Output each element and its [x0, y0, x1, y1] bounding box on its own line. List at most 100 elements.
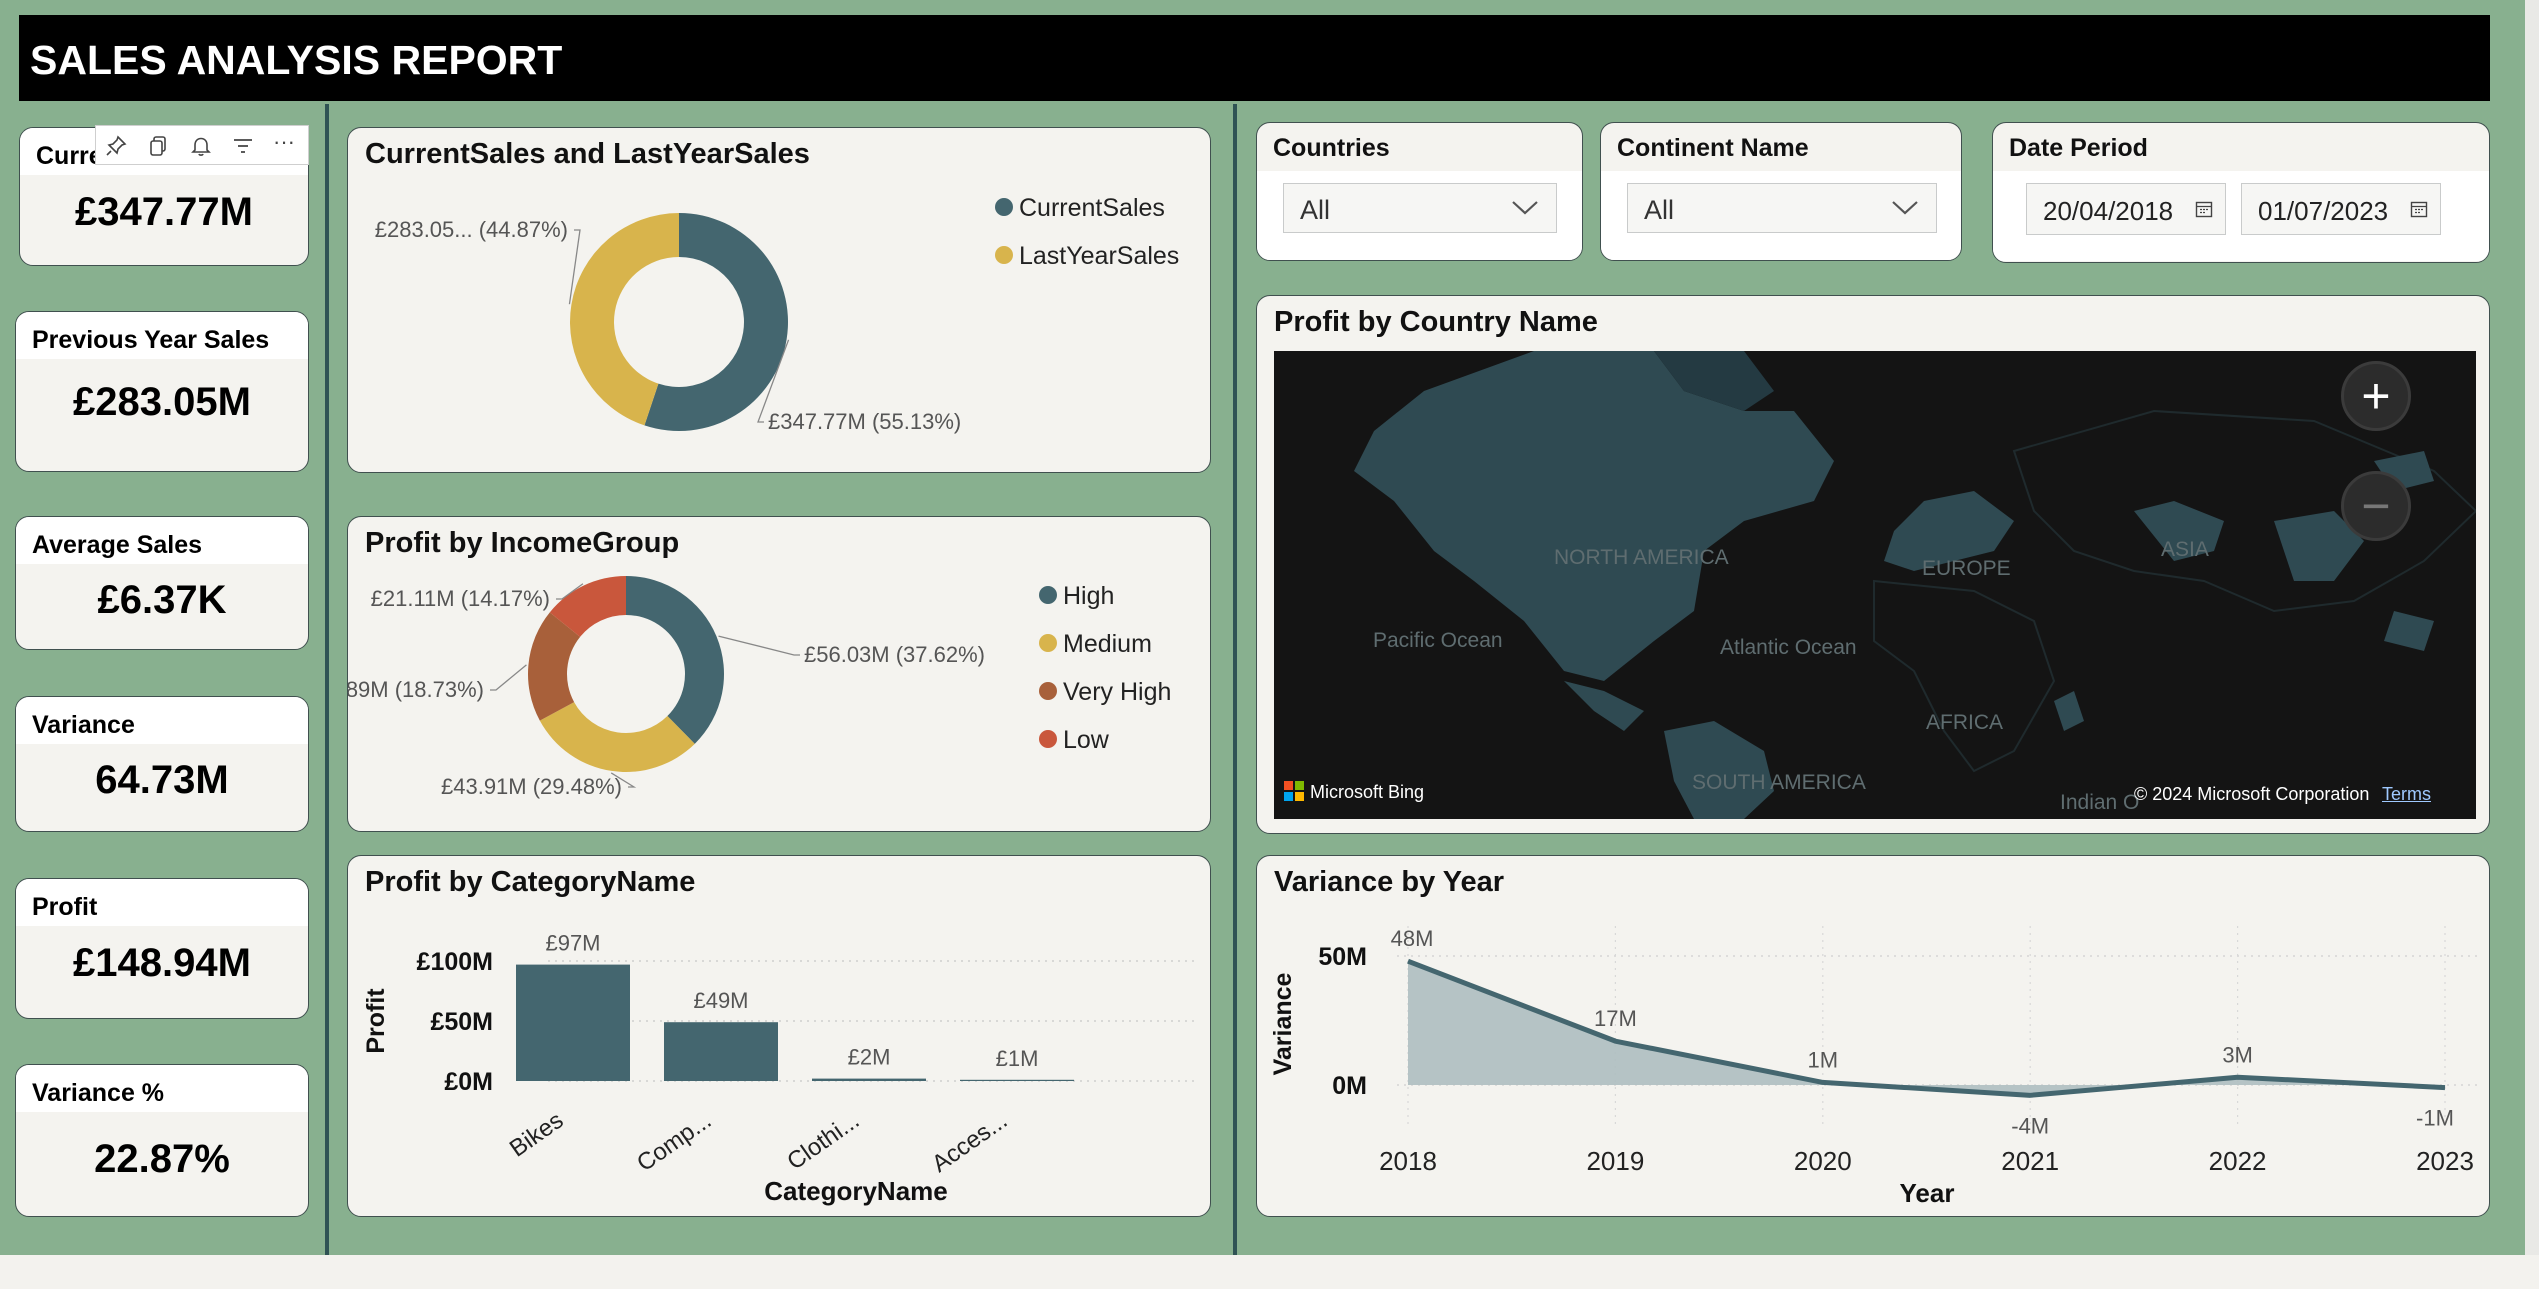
filter-icon[interactable]: [231, 134, 255, 158]
x-axis-title: Year: [1900, 1178, 1955, 1208]
legend-marker: [1039, 634, 1057, 652]
world-map-graphic: [1354, 351, 2476, 819]
kpi-card-variance[interactable]: Variance 64.73M: [15, 696, 309, 832]
donut-chart-profit-by-incomegroup[interactable]: £56.03M (37.62%) £43.91M (29.48%) £27.89M …: [348, 517, 1211, 832]
kpi-value: £148.94M: [73, 941, 251, 985]
pin-icon[interactable]: [104, 134, 128, 158]
data-label: £43.91M (29.48%): [441, 774, 622, 799]
copy-icon[interactable]: [146, 134, 170, 158]
bar-chart-profit-by-category[interactable]: £0M £50M £100M £97M Bikes £49M Comp... £2M Cloth…: [348, 856, 1211, 1217]
calendar-icon[interactable]: [2410, 200, 2428, 218]
slicer-continent-name[interactable]: Continent Name All: [1600, 122, 1962, 261]
kpi-card-profit[interactable]: Profit £148.94M: [15, 878, 309, 1019]
chart-card-variance-by-year[interactable]: Variance by Year 0M 50M 48M 2018 17M 2019 1M 20…: [1256, 855, 2490, 1217]
legend-marker: [1039, 682, 1057, 700]
kpi-label: Average Sales: [32, 531, 203, 559]
countries-dropdown[interactable]: All: [1283, 183, 1557, 233]
minus-icon: −: [2361, 478, 2391, 534]
slicer-title: Continent Name: [1617, 134, 1809, 162]
bar: [960, 1079, 1074, 1081]
kpi-card-previous-year-sales[interactable]: Previous Year Sales £283.05M: [15, 311, 309, 472]
slicer-date-period[interactable]: Date Period 20/04/2018 01/07/2023: [1992, 122, 2490, 263]
data-label: £347.77M (55.13%): [768, 409, 961, 434]
start-date-input[interactable]: 20/04/2018: [2026, 183, 2226, 235]
area-fill: [1408, 961, 2445, 1096]
legend-marker: [1039, 730, 1057, 748]
kpi-card-average-sales[interactable]: Average Sales £6.37K: [15, 516, 309, 650]
legend-marker: [995, 198, 1013, 216]
zoom-out-button[interactable]: −: [2341, 471, 2411, 541]
map-label: Pacific Ocean: [1373, 629, 1503, 652]
end-date-input[interactable]: 01/07/2023: [2241, 183, 2441, 235]
legend-label: Low: [1063, 726, 1110, 754]
y-axis-title: Variance: [1269, 972, 1297, 1075]
legend-marker: [1039, 586, 1057, 604]
page-footer-strip: [0, 1255, 2539, 1289]
legend-label: LastYearSales: [1019, 242, 1179, 270]
map-canvas[interactable]: NORTH AMERICA EUROPE ASIA AFRICA SOUTH A…: [1274, 351, 2476, 819]
x-tick-label: 2022: [2209, 1146, 2267, 1176]
data-label: £1M: [996, 1046, 1039, 1071]
slicer-countries[interactable]: Countries All: [1256, 122, 1583, 261]
y-axis-title: Profit: [362, 988, 390, 1054]
slicer-title: Countries: [1273, 134, 1390, 162]
bar: [516, 964, 630, 1081]
chart-card-current-vs-lastyear[interactable]: CurrentSales and LastYearSales £347.77M …: [347, 127, 1211, 473]
legend-label: Very High: [1063, 678, 1171, 706]
donut-chart-current-vs-lastyear[interactable]: £347.77M (55.13%)£283.05... (44.87%)Curr…: [348, 128, 1211, 473]
more-options-icon[interactable]: ···: [272, 129, 296, 154]
area-chart-variance-by-year[interactable]: 0M 50M 48M 2018 17M 2019 1M 2020 -4M 2021 3M 2022 -1…: [1257, 856, 2490, 1217]
data-label: £27.89M (18.73%): [348, 677, 484, 702]
kpi-value: 22.87%: [94, 1137, 230, 1181]
data-label: 17M: [1594, 1006, 1637, 1031]
kpi-label: Profit: [32, 893, 98, 921]
map-label: SOUTH AMERICA: [1692, 771, 1866, 794]
date-value: 20/04/2018: [2043, 196, 2174, 226]
map-label: NORTH AMERICA: [1554, 546, 1729, 569]
kpi-value: 64.73M: [95, 758, 229, 802]
kpi-value: £6.37K: [97, 578, 227, 622]
map-card-profit-by-country[interactable]: Profit by Country Name NORTH AMERICA EUR…: [1256, 295, 2490, 834]
x-tick-label: 2018: [1379, 1146, 1437, 1176]
legend-label: High: [1063, 582, 1114, 610]
calendar-icon[interactable]: [2195, 200, 2213, 218]
zoom-in-button[interactable]: +: [2341, 361, 2411, 431]
column-divider-right: [1233, 104, 1237, 1255]
donut-slice-high: [626, 576, 724, 744]
kpi-label: Variance: [32, 711, 135, 739]
kpi-card-variance-percent[interactable]: Variance % 22.87%: [15, 1064, 309, 1217]
map-terms-link[interactable]: Terms: [2382, 784, 2431, 805]
data-label: £56.03M (37.62%): [804, 642, 985, 667]
scrollbar-track[interactable]: [2525, 0, 2539, 1255]
kpi-label: Variance %: [32, 1079, 165, 1107]
data-label: 3M: [2222, 1042, 2253, 1067]
kpi-value: £347.77M: [75, 190, 253, 234]
chevron-down-icon: [1892, 201, 1918, 215]
chart-card-profit-by-category[interactable]: Profit by CategoryName £0M £50M £100M £97M B…: [347, 855, 1211, 1217]
x-tick-label: Comp...: [632, 1107, 716, 1177]
x-tick-label: Bikes: [505, 1107, 569, 1163]
map-label: AFRICA: [1926, 711, 2004, 734]
chart-card-profit-by-incomegroup[interactable]: Profit by IncomeGroup £56.03M (37.62%) £4…: [347, 516, 1211, 832]
bar: [812, 1078, 926, 1081]
kpi-value: £283.05M: [73, 380, 251, 424]
x-tick-label: Acces...: [927, 1107, 1012, 1178]
y-tick-label: 0M: [1332, 1072, 1367, 1100]
data-label: £49M: [693, 988, 748, 1013]
column-divider-left: [325, 104, 329, 1255]
x-tick-label: 2020: [1794, 1146, 1852, 1176]
data-label: 1M: [1808, 1047, 1839, 1072]
dropdown-value: All: [1644, 195, 1675, 225]
leader-line: [718, 635, 800, 656]
continent-dropdown[interactable]: All: [1627, 183, 1937, 233]
leader-line: [490, 664, 527, 691]
map-label: Indian O: [2060, 791, 2140, 814]
y-tick-label: £100M: [417, 948, 493, 976]
report-title: SALES ANALYSIS REPORT: [30, 37, 563, 83]
data-label: £21.11M (14.17%): [371, 586, 550, 611]
legend-marker: [995, 246, 1013, 264]
data-label: -1M: [2416, 1106, 2454, 1131]
bell-icon[interactable]: [189, 134, 213, 158]
visual-header-toolbar: ···: [95, 125, 309, 165]
y-tick-label: 50M: [1318, 943, 1367, 971]
